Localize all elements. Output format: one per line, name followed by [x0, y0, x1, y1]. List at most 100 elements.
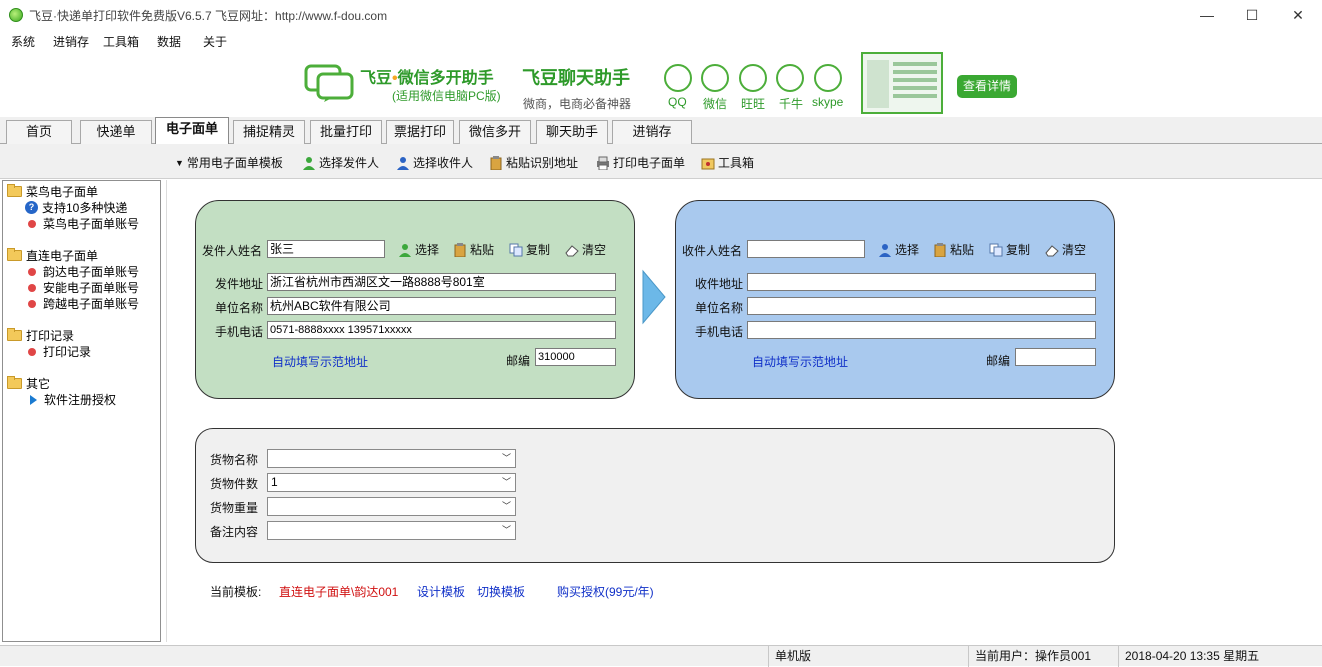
tree-other[interactable]: 其它: [7, 375, 50, 392]
clipboard-icon: [489, 155, 503, 170]
tab-e-waybill[interactable]: 电子面单: [155, 117, 229, 145]
main-content: 发件人姓名 张三 选择 粘贴 复制 清空 发件地址 浙江省杭州市西湖区文一路88…: [166, 180, 1322, 642]
tree-register[interactable]: 软件注册授权: [25, 391, 116, 408]
receiver-copy-label: 复制: [1006, 243, 1031, 257]
goods-count-value: 1: [271, 475, 278, 489]
select-receiver-label: 选择收件人: [413, 156, 474, 170]
design-template-link[interactable]: 设计模板: [417, 583, 465, 600]
app-label-wechat: 微信: [703, 97, 728, 111]
tree-yunda[interactable]: 韵达电子面单账号: [25, 263, 139, 280]
clipboard-icon: [453, 242, 467, 257]
buy-license-link[interactable]: 购买授权(99元/年): [557, 583, 654, 600]
tree-cainiao-label: 菜鸟电子面单: [26, 185, 99, 199]
tab-wechat-multi[interactable]: 微信多开: [459, 120, 531, 144]
receiver-clear-label: 清空: [1062, 243, 1087, 257]
sender-copy-label: 复制: [526, 243, 551, 257]
menu-system[interactable]: 系统: [11, 33, 35, 50]
tab-batch-print[interactable]: 批量打印: [310, 120, 382, 144]
tree-direct-label: 直连电子面单: [26, 249, 99, 263]
menu-about[interactable]: 关于: [203, 33, 227, 50]
tree-cainiao-account[interactable]: 菜鸟电子面单账号: [25, 215, 139, 232]
minimize-button[interactable]: —: [1192, 4, 1222, 26]
receiver-clear-button[interactable]: 清空: [1045, 241, 1086, 258]
menu-bar: 系统 进销存 工具箱 数据 关于: [0, 30, 1322, 50]
menu-toolbox[interactable]: 工具箱: [103, 33, 139, 50]
close-button[interactable]: ✕: [1283, 4, 1313, 26]
sender-name-input[interactable]: 张三: [267, 240, 385, 258]
tree-cainiao[interactable]: 菜鸟电子面单: [7, 183, 98, 200]
banner-ad[interactable]: 飞豆•微信多开助手 (适用微信电脑PC版) 飞豆聊天助手 微商，电商必备神器 Q…: [0, 50, 1322, 116]
receiver-name-input[interactable]: [747, 240, 865, 258]
arrow-right-icon: [642, 269, 666, 325]
view-details-button[interactable]: 查看详情: [957, 75, 1017, 98]
current-template-value: 直连电子面单\韵达001: [279, 585, 399, 599]
goods-count-select[interactable]: 1 ﹀: [267, 473, 516, 492]
goods-remark-select[interactable]: ﹀: [267, 521, 516, 540]
tree-print-records-item[interactable]: 打印记录: [25, 343, 91, 360]
templates-label: 常用电子面单模板: [186, 156, 283, 170]
sender-company-input[interactable]: 杭州ABC软件有限公司: [267, 297, 616, 315]
receiver-phone-input[interactable]: [747, 321, 1096, 339]
select-receiver-button[interactable]: 选择收件人: [396, 154, 473, 171]
status-user: 当前用户：操作员001: [968, 646, 1118, 667]
app-label-qq: QQ: [668, 95, 687, 109]
menu-inventory[interactable]: 进销存: [53, 33, 89, 50]
screenshot-preview-image: [861, 52, 943, 114]
receiver-select-button[interactable]: 选择: [878, 241, 919, 258]
receiver-paste-label: 粘贴: [950, 243, 975, 257]
tree-direct[interactable]: 直连电子面单: [7, 247, 98, 264]
tab-home[interactable]: 首页: [6, 120, 72, 144]
select-sender-button[interactable]: 选择发件人: [302, 154, 379, 171]
eraser-icon: [565, 243, 579, 257]
tab-bar: 首页 快递单 电子面单 捕捉精灵 批量打印 票据打印 微信多开 聊天助手 进销存: [0, 117, 1322, 145]
tree-print-records-label: 打印记录: [26, 329, 75, 343]
sender-select-button[interactable]: 选择: [398, 241, 439, 258]
tree-cainiao-account-label: 菜鸟电子面单账号: [43, 217, 140, 231]
print-label: 打印电子面单: [613, 156, 686, 170]
app-label-wangwang: 旺旺: [741, 97, 766, 111]
receiver-paste-button[interactable]: 粘贴: [933, 241, 974, 258]
print-button[interactable]: 打印电子面单: [596, 154, 685, 171]
tab-receipt-print[interactable]: 票据打印: [386, 120, 454, 144]
tab-inventory[interactable]: 进销存: [612, 120, 692, 144]
app-label-qianniu: 千牛: [779, 97, 804, 111]
sender-paste-button[interactable]: 粘贴: [453, 241, 494, 258]
red-dot-icon: [28, 299, 36, 308]
receiver-name-label: 收件人姓名: [682, 244, 743, 258]
receiver-company-input[interactable]: [747, 297, 1096, 315]
receiver-copy-button[interactable]: 复制: [989, 241, 1030, 258]
folder-icon: [7, 248, 22, 261]
receiver-address-input[interactable]: [747, 273, 1096, 291]
templates-dropdown[interactable]: ▼ 常用电子面单模板: [175, 154, 283, 171]
tab-capture[interactable]: 捕捉精灵: [233, 120, 305, 144]
sender-clear-button[interactable]: 清空: [565, 241, 606, 258]
paste-recognize-button[interactable]: 粘贴识别地址: [489, 154, 578, 171]
goods-name-select[interactable]: ﹀: [267, 449, 516, 468]
tree-print-records[interactable]: 打印记录: [7, 327, 74, 344]
tree-kuayue[interactable]: 跨越电子面单账号: [25, 295, 139, 312]
sender-phone-input[interactable]: 0571-8888xxxx 139571xxxxx: [267, 321, 616, 339]
tab-chat-assistant[interactable]: 聊天助手: [536, 120, 608, 144]
copy-icon: [989, 243, 1003, 257]
menu-data[interactable]: 数据: [157, 33, 181, 50]
sender-zip-input[interactable]: 310000: [535, 348, 616, 366]
tree-other-label: 其它: [26, 377, 51, 391]
sender-auto-fill-link[interactable]: 自动填写示范地址: [272, 353, 368, 370]
tree-anneng[interactable]: 安能电子面单账号: [25, 279, 139, 296]
maximize-button[interactable]: ☐: [1237, 4, 1267, 26]
toolbox-button[interactable]: 工具箱: [701, 154, 754, 171]
sender-copy-button[interactable]: 复制: [509, 241, 550, 258]
goods-weight-select[interactable]: ﹀: [267, 497, 516, 516]
receiver-zip-input[interactable]: [1015, 348, 1096, 366]
switch-template-link[interactable]: 切换模板: [477, 583, 525, 600]
red-dot-icon: [28, 219, 36, 228]
folder-icon: [7, 184, 22, 197]
tree-cainiao-support[interactable]: ? 支持10多种快递: [25, 199, 127, 216]
goods-name-label: 货物名称: [210, 453, 259, 467]
receiver-auto-fill-link[interactable]: 自动填写示范地址: [752, 353, 848, 370]
printer-icon: [596, 156, 610, 170]
sender-address-input[interactable]: 浙江省杭州市西湖区文一路8888号801室: [267, 273, 616, 291]
receiver-company-label: 单位名称: [695, 301, 744, 315]
wechat-icon: [701, 64, 729, 92]
tab-express[interactable]: 快递单: [80, 120, 152, 144]
